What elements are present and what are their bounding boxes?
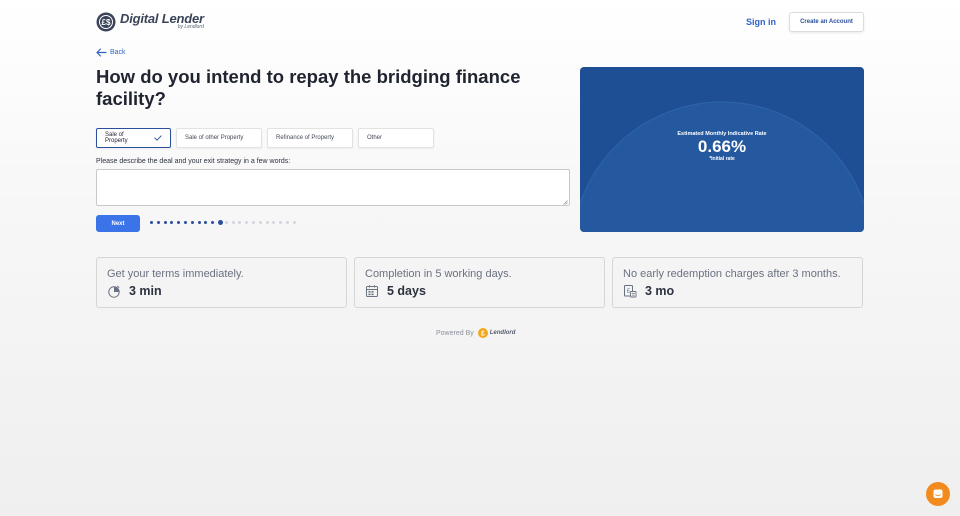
- progress-dot: [156, 221, 160, 224]
- progress-dot: [211, 221, 215, 224]
- progress-dot: [265, 221, 269, 224]
- page-title: How do you intend to repay the bridging …: [96, 66, 521, 109]
- progress-dot: [150, 221, 153, 224]
- option-refinance-of-property[interactable]: Refinance of Property: [267, 128, 353, 148]
- rate-sub: *Initial rate: [709, 156, 735, 162]
- progress-dot: [197, 221, 201, 224]
- svg-text:£$: £$: [102, 18, 111, 27]
- feature-value: 5 days: [387, 284, 426, 298]
- progress-dot: [231, 221, 235, 224]
- chat-widget-button[interactable]: [926, 482, 950, 506]
- features: Get your terms immediately. 3 min Comple…: [96, 257, 863, 308]
- feature-title: Get your terms immediately.: [107, 268, 244, 280]
- progress-dot: [184, 221, 187, 224]
- chat-icon: [933, 489, 943, 498]
- svg-text:£: £: [481, 331, 485, 338]
- progress-dot: [218, 220, 223, 225]
- option-label: Sale of other Property: [185, 135, 244, 141]
- progress-dot: [204, 221, 208, 224]
- arrow-left-icon: [96, 48, 107, 57]
- feature-value: 3 min: [129, 284, 162, 298]
- create-account-button[interactable]: Create an Account: [789, 12, 864, 32]
- fee-document-icon: £: [624, 285, 637, 298]
- powered-by: Powered By £ Lendlord: [436, 328, 515, 338]
- header: £$ Digital Lender by Lendlord Sign in Cr…: [96, 12, 864, 34]
- lendlord-logo-icon: £: [477, 328, 488, 338]
- progress-dot: [224, 221, 228, 224]
- calendar-icon: [366, 285, 378, 297]
- progress-dot: [279, 221, 283, 224]
- resize-handle-icon[interactable]: [563, 200, 568, 205]
- feature-title: Completion in 5 working days.: [365, 268, 512, 280]
- progress-dot: [292, 221, 296, 224]
- back-label: Back: [110, 49, 126, 56]
- logo[interactable]: £$ Digital Lender by Lendlord: [96, 12, 204, 32]
- option-label: Sale of Property: [105, 132, 128, 144]
- powered-label: Powered By: [436, 329, 474, 337]
- progress-dot: [163, 221, 167, 224]
- option-sale-of-other-property[interactable]: Sale of other Property: [176, 128, 262, 148]
- option-label: Refinance of Property: [276, 135, 335, 141]
- powered-brand: Lendlord: [489, 330, 516, 336]
- describe-label: Please describe the deal and your exit s…: [96, 158, 291, 165]
- progress-dot: [190, 221, 194, 224]
- feature-value: 3 mo: [645, 284, 675, 298]
- option-sale-of-property[interactable]: Sale of Property: [96, 128, 171, 148]
- feature-card: No early redemption charges after 3 mont…: [612, 257, 863, 308]
- logo-wordmark: Digital Lender by Lendlord: [120, 12, 204, 30]
- repayment-options: Sale of Property Sale of other Property …: [96, 128, 434, 148]
- feature-card: Completion in 5 working days. 5 days: [354, 257, 605, 308]
- rate-card: Estimated Monthly Indicative Rate 0.66% …: [580, 67, 864, 232]
- back-link[interactable]: Back: [96, 48, 126, 57]
- progress-dot: [258, 221, 262, 224]
- progress-dot: [238, 221, 242, 224]
- progress-dot: [177, 221, 181, 224]
- progress-dot: [170, 221, 174, 224]
- rate-content: Estimated Monthly Indicative Rate 0.66% …: [580, 131, 864, 162]
- option-label: Other: [367, 135, 383, 141]
- check-icon: [154, 135, 162, 141]
- progress-dot: [252, 221, 255, 224]
- exit-strategy-textarea[interactable]: [96, 169, 570, 206]
- feature-card: Get your terms immediately. 3 min: [96, 257, 347, 308]
- progress-dot: [245, 221, 249, 224]
- option-other[interactable]: Other: [358, 128, 434, 148]
- logo-icon: £$: [96, 12, 116, 32]
- rate-value: 0.66%: [697, 137, 747, 156]
- sign-in-link[interactable]: Sign in: [746, 17, 776, 27]
- progress-dot: [272, 221, 276, 224]
- progress-dot: [286, 221, 289, 224]
- next-button[interactable]: Next: [96, 215, 140, 232]
- feature-title: No early redemption charges after 3 mont…: [623, 268, 841, 280]
- timer-icon: [108, 285, 120, 298]
